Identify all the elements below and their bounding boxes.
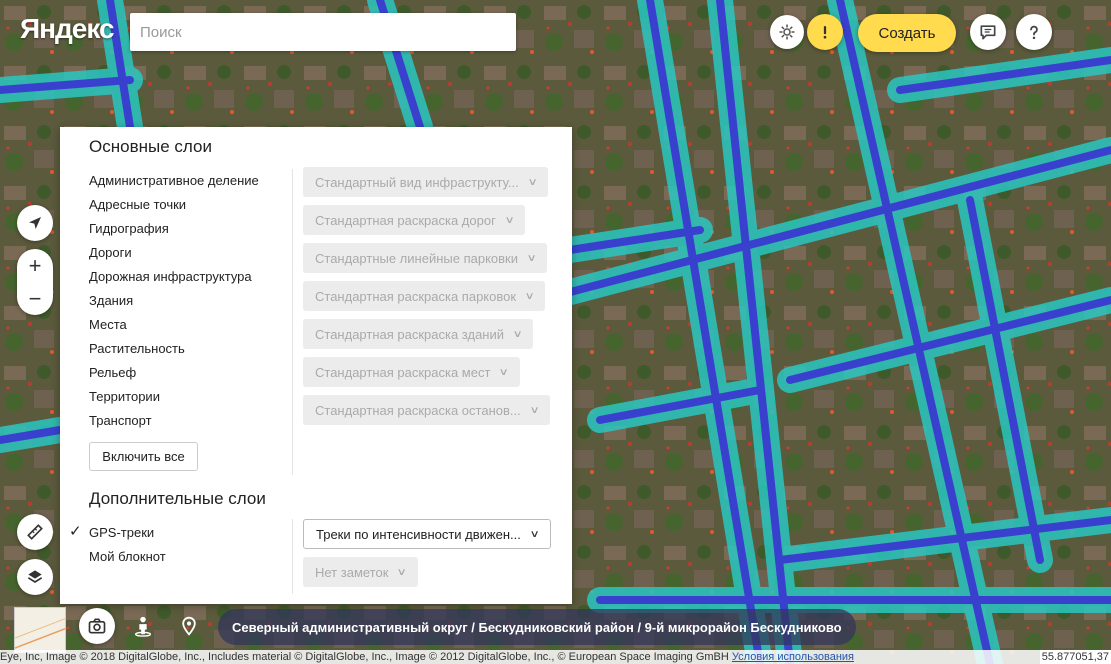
select-value: Стандартная раскраска останов... [315,402,521,418]
chevron-down-icon: ∨ [504,214,515,226]
camera-icon [88,618,106,634]
select-value: Треки по интенсивности движен... [316,526,521,542]
select-value: Стандартная раскраска мест [315,364,491,380]
layer-item[interactable]: Здания [89,292,259,316]
layer-item[interactable]: Адресные точки [89,196,259,220]
gear-icon [779,24,795,40]
extra-layer-label: GPS-треки [89,525,155,540]
location-breadcrumb[interactable]: Северный административный округ / Бескуд… [218,609,856,645]
chevron-down-icon: ∨ [526,252,537,264]
street-view-button[interactable] [125,608,161,644]
style-select[interactable]: Стандартная раскраска останов... ∨ [303,395,551,425]
extra-layer-item[interactable]: Мой блокнот [89,548,166,572]
question-icon [1030,25,1038,40]
place-button[interactable] [171,608,207,644]
ruler-button[interactable] [17,514,53,550]
layer-item[interactable]: Места [89,316,259,340]
layer-item[interactable]: Административное деление [89,172,259,196]
notes-select[interactable]: Нет заметок ∨ [303,557,418,587]
settings-button[interactable] [770,15,804,49]
gps-tracks-select[interactable]: Треки по интенсивности движен... ∨ [303,519,552,549]
zoom-out-button[interactable]: − [29,282,42,315]
attribution-text: Eye, Inc, Image © 2018 DigitalGlobe, Inc… [0,651,729,663]
style-select[interactable]: Стандартная раскраска парковок ∨ [303,281,546,311]
chevron-down-icon: ∨ [524,290,535,302]
layer-item[interactable]: Дорожная инфраструктура [89,268,259,292]
extra-layer-label: Мой блокнот [89,549,166,564]
style-select[interactable]: Стандартная раскраска мест ∨ [303,357,520,387]
panorama-button[interactable] [79,608,115,644]
map-pin-icon [182,616,196,636]
layers-icon [27,570,43,583]
pegman-icon [134,616,152,637]
feedback-button[interactable] [970,14,1006,50]
zoom-in-button[interactable]: + [29,249,42,282]
extra-layers-list: ✓ GPS-треки Мой блокнот [69,523,166,572]
extra-layers-title: Дополнительные слои [89,489,266,508]
select-value: Стандартный вид инфраструкту... [315,174,519,190]
attribution-bar: Eye, Inc, Image © 2018 DigitalGlobe, Inc… [0,650,1111,664]
main-layers-title: Основные слои [89,137,212,156]
help-button[interactable] [1016,14,1052,50]
main-layers-list: Административное деление Адресные точки … [89,172,259,436]
layers-panel: Основные слои Административное деление А… [60,127,572,604]
enable-all-button[interactable]: Включить все [89,442,198,471]
chevron-down-icon: ∨ [512,328,523,340]
layer-item[interactable]: Территории [89,388,259,412]
layer-item[interactable]: Гидрография [89,220,259,244]
minimap-graphic [15,618,65,649]
checkmark-icon: ✓ [69,523,82,540]
location-arrow-icon [29,217,41,229]
zoom-control: + − [17,249,53,315]
chevron-down-icon: ∨ [529,528,540,540]
extra-layer-item[interactable]: ✓ GPS-треки [69,523,166,548]
select-value: Стандартная раскраска парковок [315,288,517,304]
column-divider [292,519,293,594]
geolocation-button[interactable] [17,205,53,241]
select-value: Стандартные линейные парковки [315,250,518,266]
layer-item[interactable]: Растительность [89,340,259,364]
create-button[interactable]: Создать [858,14,956,52]
layer-item[interactable]: Дороги [89,244,259,268]
chevron-down-icon: ∨ [529,404,540,416]
alert-button[interactable] [807,14,843,50]
exclamation-icon [823,26,827,39]
terms-link[interactable]: Условия использования [732,651,854,663]
chevron-down-icon: ∨ [396,566,408,578]
style-select[interactable]: Стандартный вид инфраструкту... ∨ [303,167,549,197]
style-select[interactable]: Стандартные линейные парковки ∨ [303,243,548,273]
chevron-down-icon: ∨ [498,366,510,378]
layer-item[interactable]: Рельеф [89,364,259,388]
coordinates-readout: 55.877051,37 [1039,650,1111,664]
layers-button[interactable] [17,559,53,595]
chevron-down-icon: ∨ [527,176,538,188]
search-input[interactable] [130,13,516,51]
style-select[interactable]: Стандартная раскраска зданий ∨ [303,319,534,349]
select-value: Стандартная раскраска зданий [315,326,504,342]
minimap[interactable] [14,607,66,653]
column-divider [292,169,293,475]
style-select[interactable]: Стандартная раскраска дорог ∨ [303,205,526,235]
chat-icon [980,25,996,40]
select-value: Стандартная раскраска дорог [315,212,496,228]
layer-item[interactable]: Транспорт [89,412,259,436]
select-value: Нет заметок [315,564,389,580]
ruler-icon [27,524,43,540]
yandex-logo[interactable]: Яндекс [20,13,115,45]
